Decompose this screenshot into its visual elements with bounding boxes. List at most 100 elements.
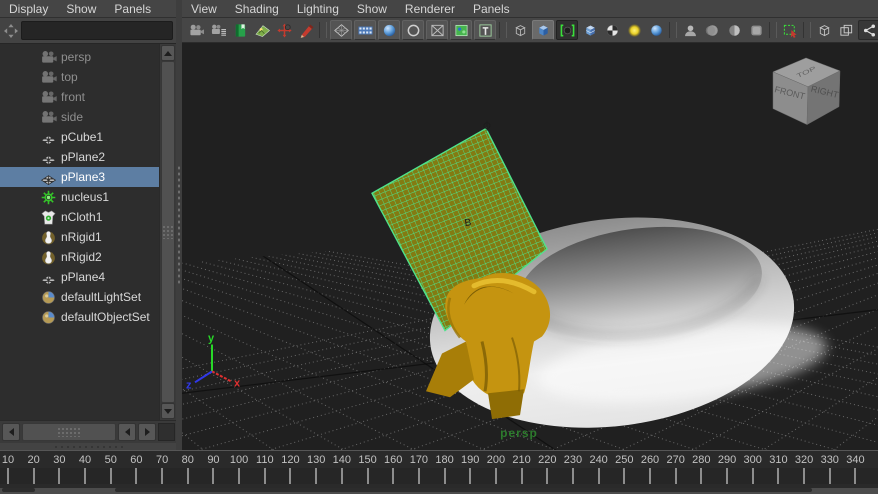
outliner-vertical-scrollbar[interactable] (159, 44, 176, 420)
time-slider[interactable]: 1020304050607080901001101201301401501601… (0, 450, 878, 488)
menu-display[interactable]: Display (0, 1, 57, 17)
image-plane-button[interactable] (252, 20, 272, 40)
scroll-up-button[interactable] (161, 45, 175, 61)
grease-pencil-button[interactable] (296, 20, 316, 40)
outliner-item-pPlane2[interactable]: pPlane2 (0, 147, 159, 167)
outliner-item-defaultObjectSet[interactable]: defaultObjectSet (0, 307, 159, 327)
viewport-camera-button[interactable] (186, 20, 206, 40)
range-slider-bar[interactable] (115, 488, 812, 492)
menu-renderer[interactable]: Renderer (396, 1, 464, 17)
outliner-item-nucleus1[interactable]: nucleus1 (0, 187, 159, 207)
menu-panels[interactable]: Panels (464, 1, 519, 17)
menu-panels[interactable]: Panels (105, 1, 160, 17)
range-slider[interactable] (0, 488, 878, 494)
pan-zoom-button[interactable] (274, 20, 294, 40)
menu-view[interactable]: View (182, 1, 226, 17)
default-material-button[interactable] (426, 20, 448, 40)
outliner-item-nRigid1[interactable]: nRigid1 (0, 227, 159, 247)
node-connections-button[interactable] (858, 20, 878, 40)
timeline-tick[interactable] (7, 468, 9, 484)
timeline-tick[interactable] (84, 468, 86, 484)
outliner-item-top[interactable]: top (0, 67, 159, 87)
lights-button[interactable] (624, 20, 644, 40)
outliner-horizontal-scrollbar[interactable] (0, 420, 176, 443)
outliner-item-nRigid2[interactable]: nRigid2 (0, 247, 159, 267)
range-start-handle[interactable] (2, 488, 35, 492)
shadows-button[interactable] (646, 20, 666, 40)
timeline-tick[interactable] (289, 468, 291, 484)
shaded-mode-button[interactable] (378, 20, 400, 40)
menu-shading[interactable]: Shading (226, 1, 288, 17)
outliner-search-input[interactable] (21, 21, 173, 40)
timeline-tick[interactable] (392, 468, 394, 484)
timeline-tick[interactable] (546, 468, 548, 484)
timeline-tick[interactable] (598, 468, 600, 484)
camera-attributes-button[interactable] (208, 20, 228, 40)
timeline-tick[interactable] (572, 468, 574, 484)
wireframe-cube-button[interactable] (510, 20, 530, 40)
menu-show[interactable]: Show (348, 1, 396, 17)
timeline-tick[interactable] (803, 468, 805, 484)
timeline-tick[interactable] (33, 468, 35, 484)
timeline-tick[interactable] (700, 468, 702, 484)
scroll-left-button-2[interactable] (118, 423, 136, 441)
timeline-tick[interactable] (135, 468, 137, 484)
timeline-tick[interactable] (238, 468, 240, 484)
view-cube[interactable]: TOP FRONT RIGHT (773, 58, 840, 125)
timeline-tick[interactable] (752, 468, 754, 484)
outliner-item-pPlane4[interactable]: pPlane4 (0, 267, 159, 287)
timeline-tick[interactable] (212, 468, 214, 484)
scroll-down-button[interactable] (161, 403, 175, 419)
horizontal-scroll-thumb[interactable] (22, 423, 116, 441)
highlight-selection-button[interactable] (556, 20, 578, 40)
timeline-tick[interactable] (264, 468, 266, 484)
timeline-tick[interactable] (623, 468, 625, 484)
texture-view-button[interactable] (474, 20, 496, 40)
use-default-material-button[interactable] (602, 20, 622, 40)
smooth-shade-all-button[interactable] (532, 20, 554, 40)
vertical-scroll-thumb[interactable] (161, 61, 175, 403)
film-gate-button[interactable] (354, 20, 376, 40)
viewport-canvas[interactable]: B (182, 43, 878, 450)
timeline-tick[interactable] (58, 468, 60, 484)
hardware-texturing-button[interactable] (450, 20, 472, 40)
outliner-item-pPlane3[interactable]: pPlane3 (0, 167, 159, 187)
outliner-item-side[interactable]: side (0, 107, 159, 127)
timeline-tick[interactable] (726, 468, 728, 484)
isolate-view-button[interactable] (836, 20, 856, 40)
timeline-tick[interactable] (418, 468, 420, 484)
timeline-tick[interactable] (521, 468, 523, 484)
scene-3d[interactable]: B (182, 43, 878, 450)
outliner-item-persp[interactable]: persp (0, 47, 159, 67)
timeline-tick[interactable] (110, 468, 112, 484)
isolate-select-button[interactable] (780, 20, 800, 40)
motion-blur-button[interactable] (702, 20, 722, 40)
scroll-right-button[interactable] (138, 423, 156, 441)
scroll-left-button[interactable] (2, 423, 20, 441)
bookmark-button[interactable] (230, 20, 250, 40)
outliner-filter-icon[interactable] (3, 22, 19, 40)
timeline-tick[interactable] (675, 468, 677, 484)
timeline-tick[interactable] (341, 468, 343, 484)
timeline-tick[interactable] (649, 468, 651, 484)
time-slider-track[interactable] (0, 468, 878, 484)
timeline-tick[interactable] (315, 468, 317, 484)
outliner-item-pCube1[interactable]: pCube1 (0, 127, 159, 147)
ambient-occlusion-button[interactable] (724, 20, 744, 40)
timeline-tick[interactable] (161, 468, 163, 484)
textured-cube-button[interactable] (580, 20, 600, 40)
depth-of-field-button[interactable] (746, 20, 766, 40)
timeline-tick[interactable] (444, 468, 446, 484)
timeline-tick[interactable] (367, 468, 369, 484)
menu-lighting[interactable]: Lighting (288, 1, 348, 17)
outliner-item-front[interactable]: front (0, 87, 159, 107)
scene-shapes-button[interactable] (814, 20, 834, 40)
panel-resize-grip[interactable] (0, 443, 176, 450)
wireframe-mode-button[interactable] (330, 20, 352, 40)
timeline-tick[interactable] (187, 468, 189, 484)
outliner-item-nCloth1[interactable]: nCloth1 (0, 207, 159, 227)
menu-show[interactable]: Show (57, 1, 105, 17)
wireframe-on-shaded-button[interactable] (402, 20, 424, 40)
timeline-tick[interactable] (495, 468, 497, 484)
timeline-tick[interactable] (854, 468, 856, 484)
